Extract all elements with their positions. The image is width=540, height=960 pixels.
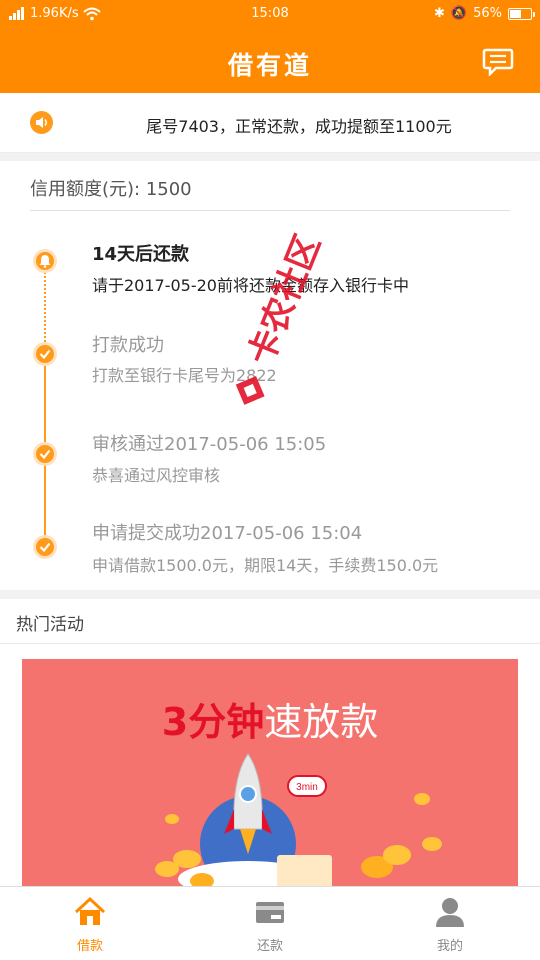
status-bar: 1.96K/s 15:08 ✱ 🔕 56% xyxy=(0,0,540,30)
check-icon xyxy=(33,535,57,559)
mute-icon: 🔕 xyxy=(450,6,468,21)
battery-icon xyxy=(508,7,535,20)
home-icon xyxy=(74,896,106,925)
timeline-connector xyxy=(44,272,46,342)
promo-banner[interactable]: 3分钟速放款 3min xyxy=(22,659,518,889)
bell-icon xyxy=(33,249,57,273)
section-title: 热门活动 xyxy=(16,615,84,635)
card-icon xyxy=(256,902,284,923)
timeline-item-title: 审核通过2017-05-06 15:05 xyxy=(92,434,327,455)
user-icon xyxy=(436,898,464,927)
divider xyxy=(0,153,540,161)
tab-repay[interactable]: 还款 xyxy=(180,887,360,960)
page-title: 借有道 xyxy=(227,51,312,80)
check-icon xyxy=(33,342,57,366)
tab-label: 还款 xyxy=(256,939,283,954)
notice-bar: 尾号7403，正常还款，成功提额至1100元 xyxy=(0,93,540,153)
credit-limit: 信用额度(元): 1500 xyxy=(30,179,192,200)
header: 借有道 xyxy=(0,30,540,93)
speaker-icon xyxy=(30,111,53,134)
tab-label: 借款 xyxy=(76,939,103,954)
notice-text: 尾号7403，正常还款，成功提额至1100元 xyxy=(146,117,452,136)
status-right: ✱ 🔕 56% xyxy=(434,6,535,21)
timeline-item-desc: 申请借款1500.0元，期限14天，手续费150.0元 xyxy=(92,556,439,575)
check-icon xyxy=(33,442,57,466)
divider xyxy=(0,590,540,599)
badge-text: 3min xyxy=(296,782,318,793)
watermark-logo: 卡农社区 xyxy=(216,226,330,413)
chat-bubble-icon xyxy=(482,48,514,78)
timeline-item-desc: 请于2017-05-20前将还款金额存入银行卡中 xyxy=(92,276,409,295)
battery-percent: 56% xyxy=(473,6,502,21)
timeline-item-title: 打款成功 xyxy=(92,335,164,356)
tab-mine[interactable]: 我的 xyxy=(360,887,540,960)
divider xyxy=(0,643,540,644)
bottom-tab-bar: 借款 还款 我的 xyxy=(0,886,540,960)
timeline-item-desc: 恭喜通过风控审核 xyxy=(92,466,221,485)
tab-label: 我的 xyxy=(436,939,463,954)
timeline-item-title: 14天后还款 xyxy=(92,244,190,265)
bluetooth-icon: ✱ xyxy=(434,6,445,21)
timeline-item-title: 申请提交成功2017-05-06 15:04 xyxy=(92,523,363,544)
rocket-illustration: 3min xyxy=(155,753,442,889)
message-button[interactable] xyxy=(482,48,514,78)
divider xyxy=(30,210,510,211)
tab-borrow[interactable]: 借款 xyxy=(0,887,180,960)
